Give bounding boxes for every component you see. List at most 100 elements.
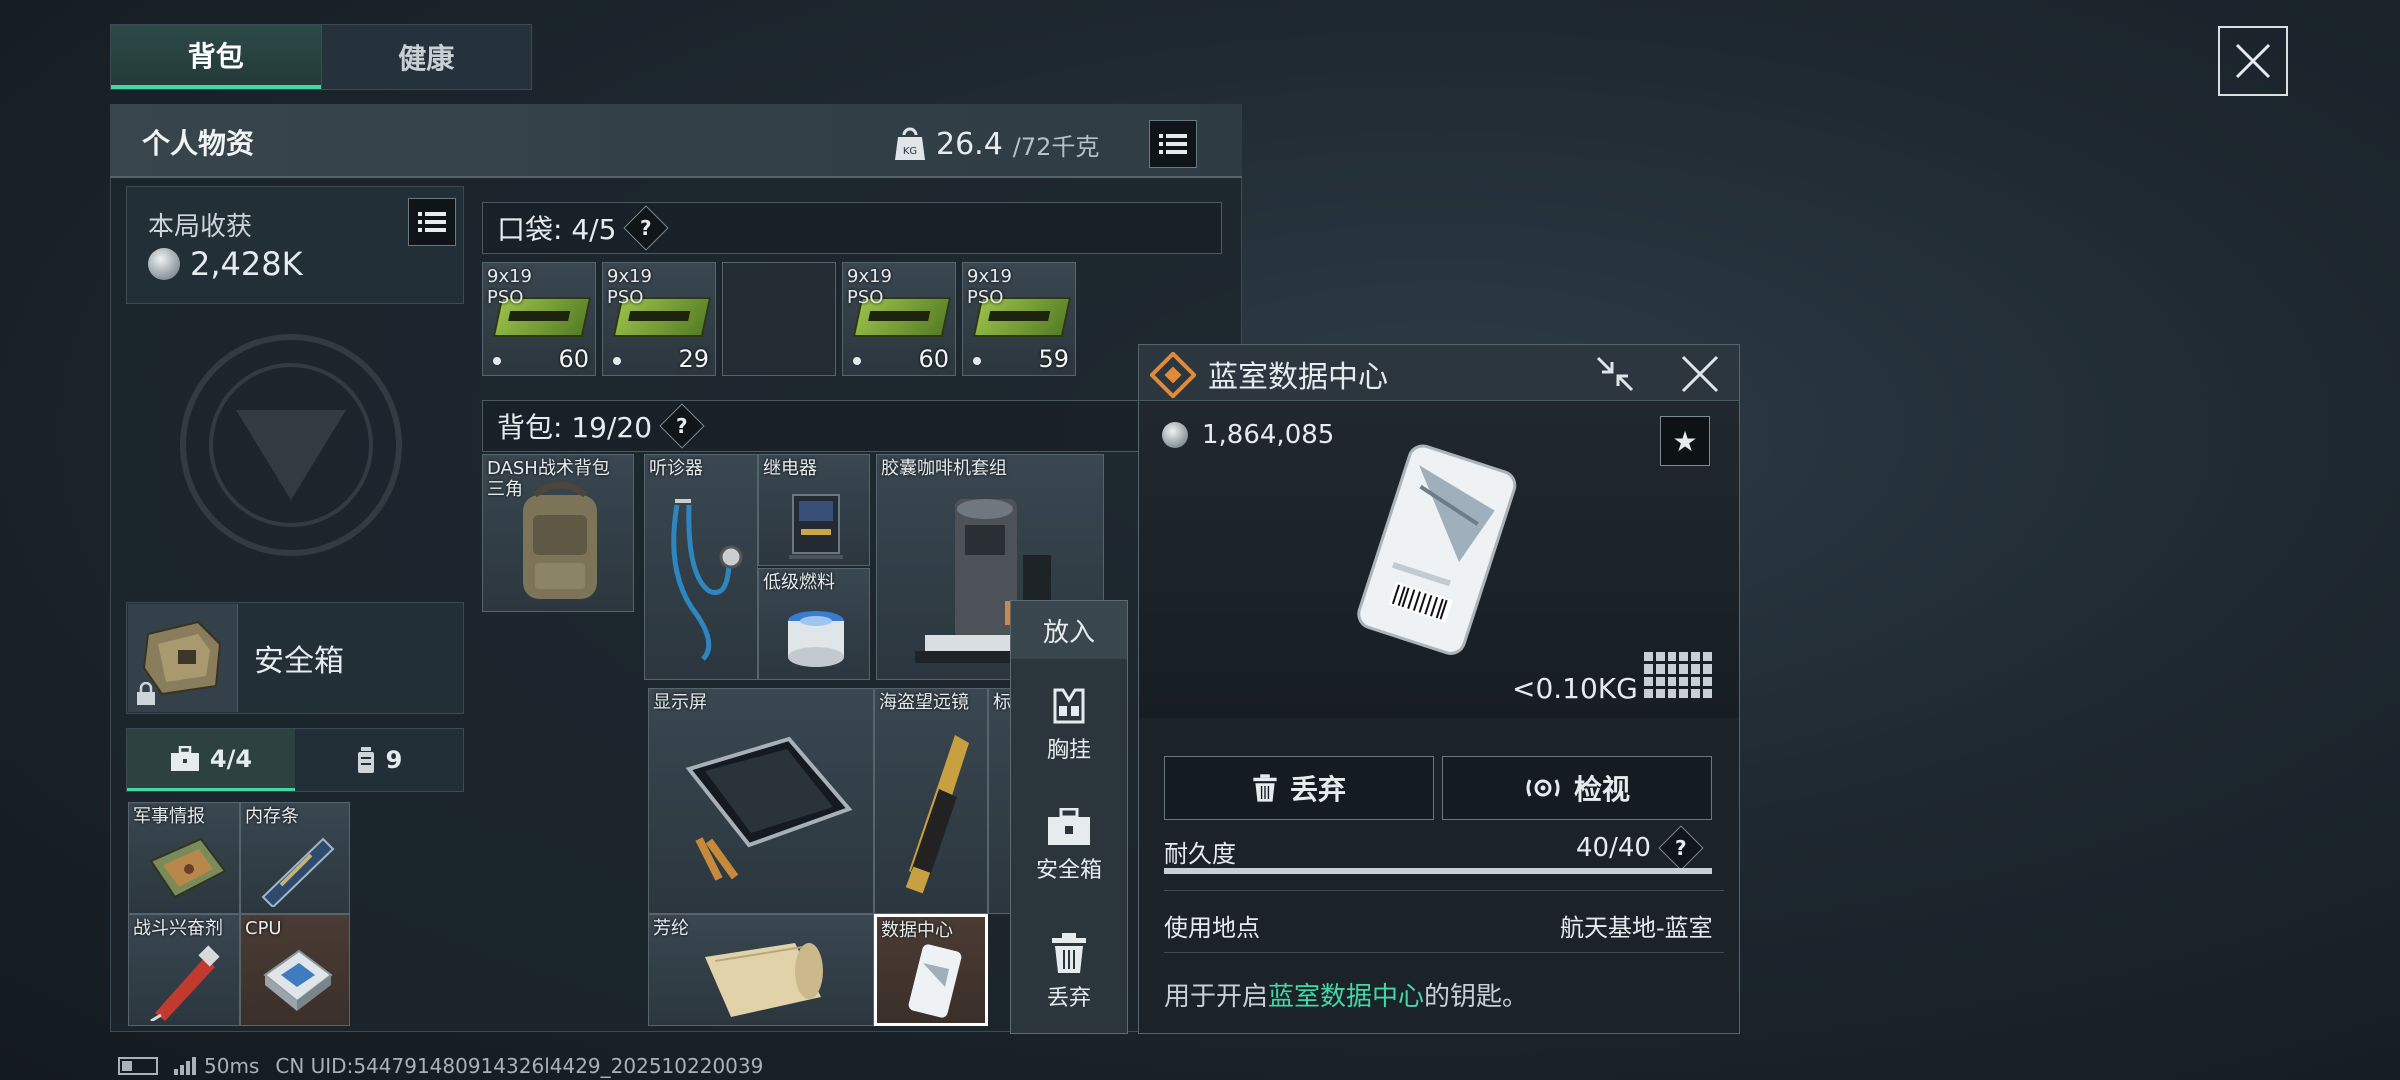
item-data-center-key[interactable]: 数据中心 xyxy=(874,914,988,1026)
context-menu-header: 放入 xyxy=(1011,601,1127,659)
item-label: 显示屏 xyxy=(653,692,707,713)
item-label: 9x19 PSO xyxy=(487,266,533,308)
item-label: 低级燃料 xyxy=(763,572,835,593)
status-dot xyxy=(613,357,621,365)
item-label: 9x19 PSO xyxy=(967,266,1013,308)
cpu-icon xyxy=(263,949,333,1011)
list-icon xyxy=(1159,134,1188,154)
star-icon: ★ xyxy=(1672,424,1698,458)
item-monitor[interactable]: 显示屏 xyxy=(648,688,874,914)
battery-icon xyxy=(118,1057,158,1075)
close-button[interactable] xyxy=(2218,26,2288,96)
put-in-safebox[interactable]: 安全箱 xyxy=(1011,808,1127,884)
location-label: 使用地点 xyxy=(1164,914,1260,942)
item-label: 战斗兴奋剂 xyxy=(133,918,223,939)
item-label: 数据中心 xyxy=(881,920,953,941)
rarity-diamond-icon xyxy=(1150,352,1196,398)
discard-item[interactable]: 丢弃 xyxy=(1011,932,1127,1012)
safebox-item-ram[interactable]: 内存条 xyxy=(240,802,350,914)
stethoscope-icon xyxy=(671,499,743,661)
main-tabs: 背包 健康 xyxy=(110,24,532,90)
item-label: DASH战术背包 三角 xyxy=(487,458,610,500)
item-quantity: 59 xyxy=(1038,345,1069,373)
item-relay[interactable]: 继电器 xyxy=(758,454,870,566)
safebox-item-intel[interactable]: 军事情报 xyxy=(128,802,240,914)
weight-capacity: /72千克 xyxy=(1012,132,1100,161)
weight-display: KG 26.4 /72千克 xyxy=(894,120,1198,168)
trash-icon xyxy=(1253,774,1277,802)
status-bar: 50ms CN UID:544791480914326l4429_2025102… xyxy=(118,1054,763,1078)
pockets-label: 口袋: 4/5 xyxy=(497,213,617,246)
menu-item-label: 安全箱 xyxy=(1035,858,1102,883)
tab-health[interactable]: 健康 xyxy=(320,25,532,89)
favorite-button[interactable]: ★ xyxy=(1660,416,1710,466)
backpack-help-button[interactable]: ? xyxy=(659,403,705,449)
status-dot xyxy=(853,357,861,365)
detail-close-icon[interactable] xyxy=(1680,354,1720,394)
menu-item-label: 丢弃 xyxy=(1046,986,1091,1011)
fabric-roll-icon xyxy=(705,943,823,1017)
safebox-item-stimulant[interactable]: 战斗兴奋剂 xyxy=(128,914,240,1026)
weight-icon: KG xyxy=(895,127,925,160)
panel-title: 个人物资 xyxy=(142,127,255,160)
help-glyph: ? xyxy=(1675,835,1687,860)
container-tabs: 4/4 9 xyxy=(126,728,464,792)
item-label: 听诊器 xyxy=(649,458,703,479)
harvest-list-button[interactable] xyxy=(408,198,456,246)
tab-safebox-count: 4/4 xyxy=(209,744,253,773)
telescope-icon xyxy=(905,735,969,894)
harvest-label: 本局收获 xyxy=(148,212,253,242)
desc-highlight: 蓝室数据中心 xyxy=(1268,982,1425,1012)
tab-safebox-items[interactable]: 4/4 xyxy=(127,729,295,791)
item-label: 内存条 xyxy=(245,806,299,827)
safebox-item-cpu[interactable]: CPU xyxy=(240,914,350,1026)
faction-emblem-icon xyxy=(180,334,402,556)
divider xyxy=(1164,952,1724,953)
help-glyph: ? xyxy=(640,215,653,240)
desc-prefix: 用于开启 xyxy=(1164,982,1269,1012)
divider xyxy=(1164,890,1724,891)
pocket-slot-5[interactable]: 9x19 PSO 59 xyxy=(962,262,1076,376)
item-quantity: 60 xyxy=(918,345,949,373)
item-low-fuel[interactable]: 低级燃料 xyxy=(758,568,870,680)
pockets-header: 口袋: 4/5 ? xyxy=(482,202,1222,254)
item-label: 军事情报 xyxy=(133,806,205,827)
discard-label: 丢弃 xyxy=(1289,773,1346,806)
uid: CN UID:544791480914326l4429_202510220039 xyxy=(275,1054,764,1078)
injector-icon xyxy=(150,945,220,1021)
item-pirate-telescope[interactable]: 海盗望远镜 xyxy=(874,688,988,914)
ram-stick-icon xyxy=(261,837,335,907)
close-icon xyxy=(2235,43,2271,79)
status-dot xyxy=(493,357,501,365)
item-stethoscope[interactable]: 听诊器 xyxy=(644,454,758,680)
item-label: 9x19 PSO xyxy=(847,266,893,308)
tab-canister-items[interactable]: 9 xyxy=(295,729,463,791)
item-label: 海盗望远镜 xyxy=(879,692,969,713)
backpack-header: 背包: 19/20 ? xyxy=(482,400,1142,452)
pockets-help-button[interactable]: ? xyxy=(623,205,670,251)
svg-text:KG: KG xyxy=(903,146,917,157)
briefcase-icon xyxy=(170,745,199,771)
ping: 50ms xyxy=(204,1054,260,1078)
put-in-chest-rig[interactable]: 胸挂 xyxy=(1011,686,1127,764)
durability-help-button[interactable]: ? xyxy=(1658,825,1704,871)
item-label: CPU xyxy=(245,918,282,939)
menu-item-label: 胸挂 xyxy=(1046,738,1091,763)
inspect-button[interactable]: 检视 xyxy=(1442,756,1712,820)
pocket-slot-1[interactable]: 9x19 PSO 60 xyxy=(482,262,596,376)
pocket-slot-4[interactable]: 9x19 PSO 60 xyxy=(842,262,956,376)
sort-button[interactable] xyxy=(1149,120,1198,168)
signal-icon xyxy=(174,1057,196,1075)
coin-icon xyxy=(148,248,180,280)
pocket-slot-2[interactable]: 9x19 PSO 29 xyxy=(602,262,716,376)
tab-backpack[interactable]: 背包 xyxy=(111,25,321,89)
discard-button[interactable]: 丢弃 xyxy=(1164,756,1434,820)
harvest-amount: 2,428K xyxy=(190,245,303,283)
item-dash-backpack[interactable]: DASH战术背包 三角 xyxy=(482,454,634,612)
item-label: 继电器 xyxy=(763,458,817,479)
pocket-slot-empty[interactable] xyxy=(722,262,836,376)
weight-current: 26.4 xyxy=(936,126,1003,162)
detail-title: 蓝室数据中心 xyxy=(1208,360,1388,395)
collapse-icon[interactable] xyxy=(1594,354,1636,394)
item-aramid[interactable]: 芳纶 xyxy=(648,914,874,1026)
